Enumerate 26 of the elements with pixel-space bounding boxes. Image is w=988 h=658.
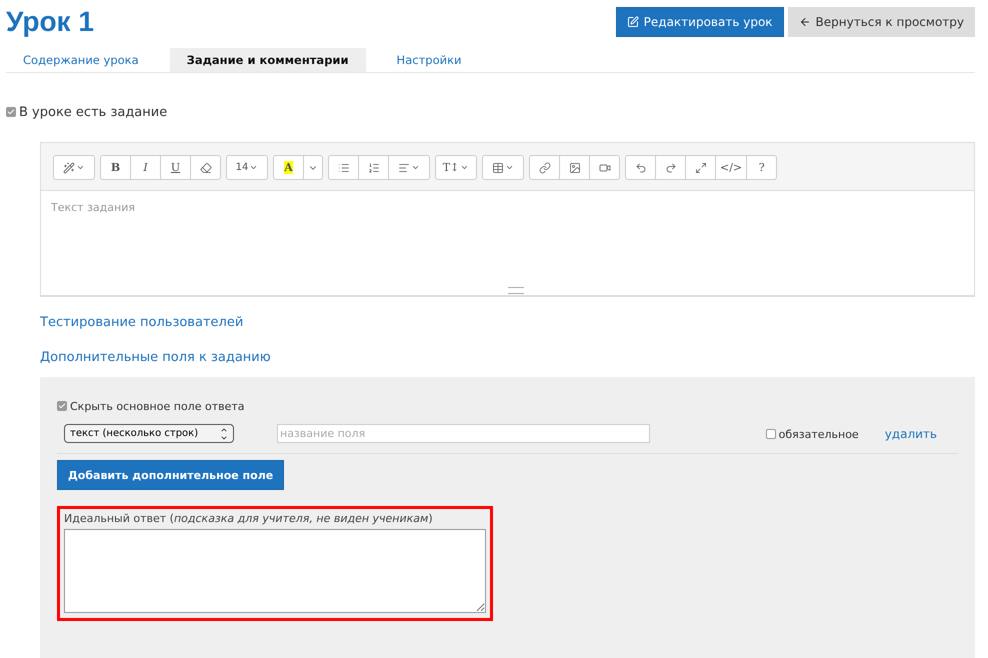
page-title: Урок 1: [6, 6, 94, 38]
checkbox-label: Скрыть основное поле ответа: [70, 400, 245, 412]
italic-button[interactable]: I: [130, 155, 161, 180]
edit-button[interactable]: Редактировать урок: [616, 7, 784, 37]
fontsize-button[interactable]: 14: [226, 155, 268, 180]
code-button[interactable]: </>: [715, 155, 748, 180]
checkbox-label: В уроке есть задание: [19, 104, 168, 120]
textheight-button[interactable]: T↕: [435, 155, 477, 180]
tab[interactable]: Настройки: [380, 48, 478, 72]
ideal-answer-label: Идеальный ответ (подсказка для учителя, не виден ученикам): [64, 512, 434, 525]
add-field-button[interactable]: Добавить дополнительное поле: [57, 460, 284, 490]
placeholder-text: Текст задания: [51, 201, 135, 214]
link[interactable]: Тестирование пользователей: [40, 315, 975, 330]
tab[interactable]: Задание и комментарии: [170, 48, 366, 72]
tab[interactable]: Содержание урока: [6, 48, 156, 72]
type-select[interactable]: текст (несколько строк): [64, 424, 234, 443]
bold-button[interactable]: B: [100, 155, 131, 180]
underline-button[interactable]: U: [160, 155, 191, 180]
field-name-input[interactable]: название поля: [277, 424, 650, 443]
checkbox-label: обязательное: [778, 428, 859, 440]
link[interactable]: Дополнительные поля к заданию: [40, 350, 975, 365]
color-button[interactable]: A: [273, 155, 304, 180]
delete-link[interactable]: удалить: [884, 426, 937, 440]
rich-text-editor[interactable]: B I U 14 A T↕ </> ? Текст задания: [40, 142, 975, 297]
help-button[interactable]: ?: [746, 155, 778, 180]
back-button[interactable]: Вернуться к просмотру: [788, 7, 975, 37]
